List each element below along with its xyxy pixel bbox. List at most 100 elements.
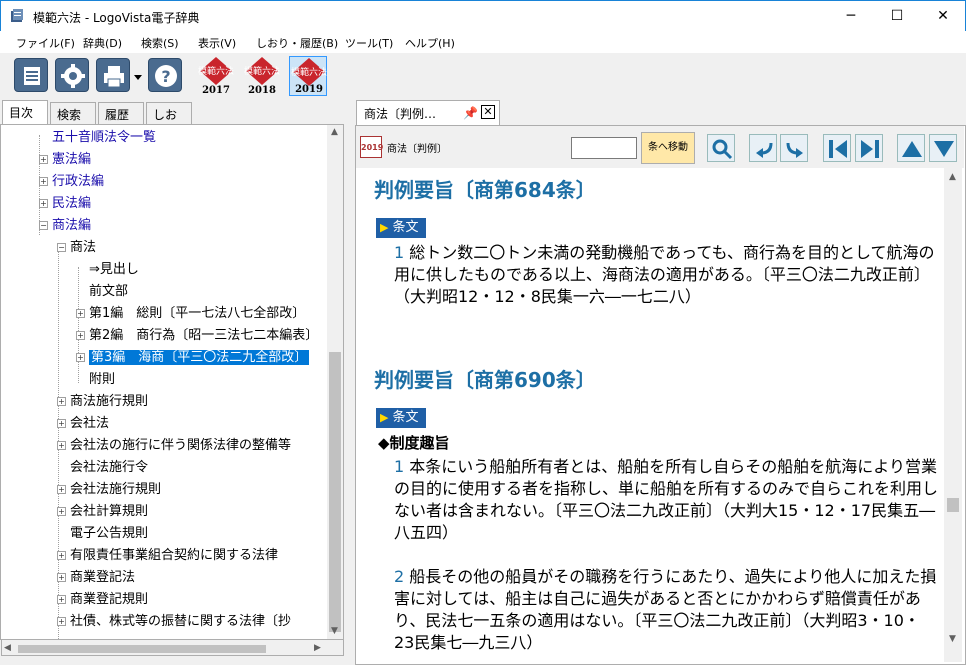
tree-item[interactable]: + 民法編 xyxy=(39,193,92,215)
menu-file[interactable]: ファイル(F) xyxy=(16,35,75,51)
tree-item[interactable]: + 有限責任事業組合契約に関する法律 xyxy=(57,545,279,567)
expand-plus-icon[interactable]: + xyxy=(57,441,66,450)
tree-item[interactable]: + 会社計算規則 xyxy=(57,501,148,523)
expand-plus-icon[interactable]: + xyxy=(57,573,66,582)
tree-item[interactable]: + 会社法 xyxy=(57,413,109,435)
book-diamond-icon: 模範六法 xyxy=(291,58,327,86)
help-icon: ? xyxy=(155,65,177,87)
menu-tools[interactable]: ツール(T) xyxy=(345,35,393,51)
scroll-left-arrow-icon[interactable]: ◀ xyxy=(4,643,11,653)
back-button[interactable] xyxy=(749,134,777,162)
section-heading: 判例要旨〔商第690条〕 xyxy=(374,368,596,392)
settings-button[interactable] xyxy=(55,58,89,92)
previous-item-button[interactable] xyxy=(823,134,851,162)
expand-plus-icon[interactable]: + xyxy=(76,331,85,340)
book-2018-button[interactable]: 模範六法 2018 xyxy=(243,56,281,96)
print-button[interactable] xyxy=(96,58,130,92)
menu-bookmark-history[interactable]: しおり・履歴(B) xyxy=(256,35,338,51)
menu-help[interactable]: ヘルプ(H) xyxy=(405,35,455,51)
doc-scroll-up-arrow-icon[interactable]: ▲ xyxy=(949,172,956,182)
paragraph-text: 船長その他の船員がその職務を行うにあたり、過失により他人に加えた損害に対しては、… xyxy=(394,567,937,652)
search-button[interactable] xyxy=(707,134,735,162)
expand-plus-icon[interactable]: + xyxy=(57,397,66,406)
expand-plus-icon[interactable]: + xyxy=(57,419,66,428)
tree-item[interactable]: + 商業登記法 xyxy=(57,567,135,589)
tree-item-label: 民法編 xyxy=(52,196,92,211)
expand-plus-icon[interactable]: + xyxy=(39,199,48,208)
tree-item-label: 有限責任事業組合契約に関する法律 xyxy=(70,548,279,563)
tree-item[interactable]: − 商法 xyxy=(57,237,96,259)
document-scroll-thumb[interactable] xyxy=(947,498,959,512)
play-triangle-icon: ▶ xyxy=(380,411,389,424)
tree-hscroll-thumb[interactable] xyxy=(18,645,266,653)
article-text-tag[interactable]: ▶ 条文 xyxy=(376,218,427,238)
tree-item[interactable]: 附則 xyxy=(89,369,115,391)
minimize-button[interactable]: ─ xyxy=(828,1,874,31)
tree-item[interactable]: 電子公告規則 xyxy=(70,523,148,545)
tree-item[interactable]: + 社債、株式等の振替に関する法律〔抄 xyxy=(57,611,291,633)
tree-item[interactable]: + 行政法編 xyxy=(39,171,104,193)
expand-plus-icon[interactable]: + xyxy=(39,177,48,186)
book-2017-button[interactable]: 模範六法 2017 xyxy=(197,56,235,96)
doc-tab-close-icon[interactable]: ✕ xyxy=(481,105,495,119)
doc-scroll-down-arrow-icon[interactable]: ▼ xyxy=(949,634,956,644)
collapse-minus-icon[interactable]: − xyxy=(39,221,48,230)
tree-item[interactable]: + 憲法編 xyxy=(39,149,92,171)
menu-view[interactable]: 表示(V) xyxy=(198,35,236,51)
expand-plus-icon[interactable]: + xyxy=(76,309,85,318)
tree-item[interactable]: ⇒見出し xyxy=(89,259,139,281)
scroll-down-button[interactable] xyxy=(929,134,957,162)
list-button[interactable] xyxy=(14,58,48,92)
doc-tab[interactable]: 商法〔判例… 📌 ✕ xyxy=(356,100,500,125)
tree-item[interactable]: 前文部 xyxy=(89,281,128,303)
expand-plus-icon[interactable]: + xyxy=(57,595,66,604)
next-item-button[interactable] xyxy=(855,134,883,162)
search-icon xyxy=(712,139,733,160)
tree-item[interactable]: + 会社法の施行に伴う関係法律の整備等 xyxy=(57,435,291,457)
document-vertical-scrollbar[interactable] xyxy=(944,168,962,662)
expand-plus-icon[interactable]: + xyxy=(76,353,85,362)
article-number-input[interactable] xyxy=(571,137,637,159)
tab-contents[interactable]: 目次 xyxy=(2,100,48,125)
scroll-up-arrow-icon[interactable]: ▲ xyxy=(331,127,338,137)
scroll-down-arrow-icon[interactable]: ▼ xyxy=(331,626,338,636)
scroll-right-arrow-icon[interactable]: ▶ xyxy=(314,643,321,653)
menu-dictionary[interactable]: 辞典(D) xyxy=(83,35,122,51)
menu-search[interactable]: 検索(S) xyxy=(141,35,179,51)
tab-search[interactable]: 検索 xyxy=(50,102,96,124)
article-text-tag[interactable]: ▶ 条文 xyxy=(376,408,427,428)
app-icon xyxy=(11,9,23,22)
expand-plus-icon[interactable]: + xyxy=(57,485,66,494)
tree-item[interactable]: 五十音順法令一覧 xyxy=(52,127,156,149)
close-button[interactable]: ✕ xyxy=(920,1,966,31)
tree-item[interactable]: + 会社法施行規則 xyxy=(57,479,161,501)
book-2019-button[interactable]: 模範六法 2019 xyxy=(289,56,327,96)
tree-item[interactable]: + 第2編 商行為〔昭一三法七二本編表〕 xyxy=(76,325,318,347)
tree-item[interactable]: + 第1編 総則〔平一七法八七全部改〕 xyxy=(76,303,305,325)
scroll-up-button[interactable] xyxy=(897,134,925,162)
expand-plus-icon[interactable]: + xyxy=(57,507,66,516)
tab-history[interactable]: 履歴 xyxy=(98,102,144,124)
tree-item[interactable]: + 商業登記規則 xyxy=(57,589,148,611)
tree-item-label: 商法施行規則 xyxy=(70,394,149,409)
tree-item[interactable]: 会社法施行令 xyxy=(70,457,148,479)
pin-icon[interactable]: 📌 xyxy=(463,106,478,120)
maximize-button[interactable]: ☐ xyxy=(874,1,920,31)
expand-plus-icon[interactable]: + xyxy=(57,617,66,626)
go-to-article-button[interactable]: 条へ移動 xyxy=(641,132,695,164)
dropdown-arrow-icon[interactable] xyxy=(134,73,142,81)
tree-item[interactable]: + 商法施行規則 xyxy=(57,391,149,413)
collapse-minus-icon[interactable]: − xyxy=(57,243,66,252)
article-text-tag-label: 条文 xyxy=(392,410,419,425)
forward-arrow-icon xyxy=(786,142,803,158)
tree-item-label: 憲法編 xyxy=(52,152,92,167)
expand-plus-icon[interactable]: + xyxy=(39,155,48,164)
expand-plus-icon[interactable]: + xyxy=(57,551,66,560)
section-heading: 判例要旨〔商第684条〕 xyxy=(374,178,596,202)
help-button[interactable]: ? xyxy=(148,58,182,92)
tree-scroll-thumb[interactable] xyxy=(329,352,341,632)
forward-button[interactable] xyxy=(780,134,808,162)
tree-item[interactable]: + 第3編 海商〔平三〇法二九全部改〕 xyxy=(76,347,310,369)
tree-item[interactable]: − 商法編 xyxy=(39,215,91,237)
tab-bookmarks[interactable]: しおり xyxy=(146,102,192,139)
